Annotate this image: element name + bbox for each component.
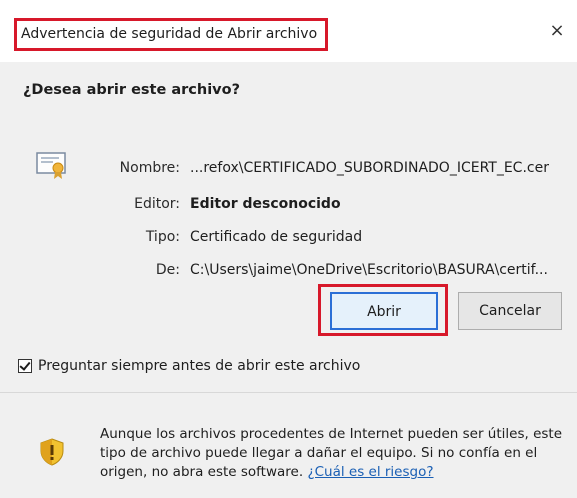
editor-label: Editor: [134, 196, 180, 212]
type-value: Certificado de seguridad [190, 229, 363, 245]
always-ask-label: Preguntar siempre antes de abrir este ar… [38, 358, 361, 374]
editor-value: Editor desconocido [190, 196, 341, 212]
always-ask-checkbox[interactable] [18, 359, 32, 373]
open-button[interactable]: Abrir [330, 292, 438, 330]
always-ask-option[interactable]: Preguntar siempre antes de abrir este ar… [18, 358, 360, 374]
editor-row: Editor: Editor desconocido [134, 196, 341, 212]
certificate-icon [36, 152, 66, 179]
title-bar: Advertencia de seguridad de Abrir archiv… [0, 0, 577, 62]
from-label: De: [155, 262, 180, 278]
type-label: Tipo: [145, 229, 180, 245]
name-label: Nombre: [119, 160, 180, 176]
question-heading: ¿Desea abrir este archivo? [23, 82, 240, 98]
warning-message: Aunque los archivos procedentes de Inter… [100, 425, 565, 482]
from-value: C:\Users\jaime\OneDrive\Escritorio\BASUR… [190, 262, 548, 278]
security-warning-dialog: Advertencia de seguridad de Abrir archiv… [0, 0, 577, 498]
file-name-row: Nombre: ...refox\CERTIFICADO_SUBORDINADO… [120, 160, 549, 176]
security-shield-icon [40, 438, 64, 466]
close-button[interactable]: × [537, 14, 577, 48]
risk-link[interactable]: ¿Cuál es el riesgo? [307, 464, 433, 480]
dialog-title: Advertencia de seguridad de Abrir archiv… [14, 18, 329, 51]
type-row: Tipo: Certificado de seguridad [146, 229, 363, 245]
source-row: De: C:\Users\jaime\OneDrive\Escritorio\B… [156, 262, 548, 278]
name-value: ...refox\CERTIFICADO_SUBORDINADO_ICERT_E… [190, 160, 549, 176]
cancel-button[interactable]: Cancelar [458, 292, 562, 330]
